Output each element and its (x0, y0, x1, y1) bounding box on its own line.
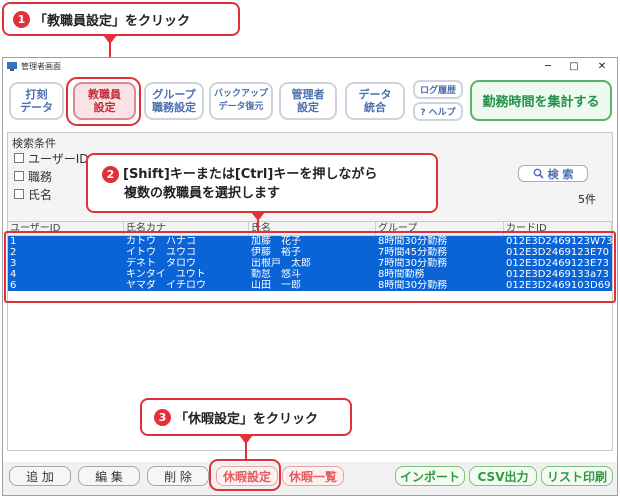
close-button[interactable]: ✕ (591, 59, 613, 75)
callout-step2-line1-row: 2 [Shift]キーまたは[Ctrl]キーを押しながら (102, 165, 436, 184)
option-user-id[interactable]: ユーザーID (14, 150, 89, 167)
callout-step3-line (245, 442, 247, 459)
leave-list-button[interactable]: 休暇一覧 (282, 466, 344, 486)
name-checkbox[interactable] (14, 189, 24, 199)
callout-step2-line (257, 219, 259, 232)
add-button[interactable]: 追 加 (9, 466, 71, 486)
group-duty-line2: 職務設定 (152, 101, 196, 114)
option-user-id-label: ユーザーID (28, 152, 89, 166)
option-name-label: 氏名 (28, 188, 53, 202)
user-id-checkbox[interactable] (14, 153, 24, 163)
list-print-button[interactable]: リスト印刷 (541, 466, 613, 486)
group-duty-line1: グループ (152, 88, 196, 101)
staff-settings-highlight (66, 77, 141, 126)
step-number-2: 2 (102, 166, 119, 183)
callout-step2-line1: [Shift]キーまたは[Ctrl]キーを押しながら (123, 167, 378, 182)
data-merge-button[interactable]: データ 統合 (345, 82, 405, 120)
delete-button[interactable]: 削 除 (147, 466, 209, 486)
leave-settings-highlight (209, 459, 281, 491)
callout-step2: 2 [Shift]キーまたは[Ctrl]キーを押しながら 複数の教職員を選択します (86, 153, 438, 213)
step-number-1: 1 (13, 10, 30, 28)
window-title: 管理者画面 (21, 62, 61, 71)
magnifier-icon (533, 168, 544, 179)
option-name[interactable]: 氏名 (14, 186, 52, 203)
selected-rows-highlight (4, 231, 616, 303)
search-title: 検索条件 (12, 137, 56, 150)
option-duty-label: 職務 (28, 170, 53, 184)
aggregate-hours-button[interactable]: 勤務時間を集計する (470, 80, 612, 121)
group-duty-button[interactable]: グループ 職務設定 (144, 82, 204, 120)
admin-settings-line1: 管理者 (291, 88, 325, 101)
step-number-3: 3 (154, 408, 171, 426)
punch-data-line1: 打刻 (25, 88, 48, 101)
backup-restore-button[interactable]: バックアップ データ復元 (209, 82, 273, 120)
data-merge-line2: 統合 (364, 101, 386, 114)
data-merge-line1: データ (358, 88, 392, 101)
punch-data-line2: データ (20, 101, 53, 114)
help-button[interactable]: ? ヘルプ (413, 102, 463, 121)
result-count: 5件 (578, 193, 596, 206)
punch-data-button[interactable]: 打刻 データ (9, 82, 64, 120)
callout-step1: 1 「教職員設定」をクリック (2, 2, 240, 36)
app-icon (7, 62, 17, 71)
minimize-button[interactable]: ─ (537, 59, 559, 75)
callout-step2-line2: 複数の教職員を選択します (124, 186, 281, 201)
backup-restore-line2: データ復元 (218, 102, 264, 112)
search-button[interactable]: 検 索 (518, 165, 588, 182)
edit-button[interactable]: 編 集 (78, 466, 140, 486)
callout-step1-text: 「教職員設定」をクリック (34, 13, 191, 29)
admin-settings-line2: 設定 (297, 101, 319, 114)
callout-step3-text: 「休暇設定」をクリック (175, 411, 319, 427)
admin-settings-button[interactable]: 管理者 設定 (279, 82, 337, 120)
duty-checkbox[interactable] (14, 171, 24, 181)
option-duty[interactable]: 職務 (14, 168, 52, 185)
csv-export-button[interactable]: CSV出力 (469, 466, 537, 486)
maximize-button[interactable]: □ (563, 59, 585, 75)
backup-restore-line1: バックアップ (213, 89, 268, 99)
log-history-button[interactable]: ログ履歴 (413, 80, 463, 99)
import-button[interactable]: インポート (395, 466, 465, 486)
callout-step3: 3 「休暇設定」をクリック (140, 398, 352, 436)
title-bar: 管理者画面 ─ □ ✕ (3, 58, 617, 76)
search-button-label: 検 索 (547, 167, 574, 181)
